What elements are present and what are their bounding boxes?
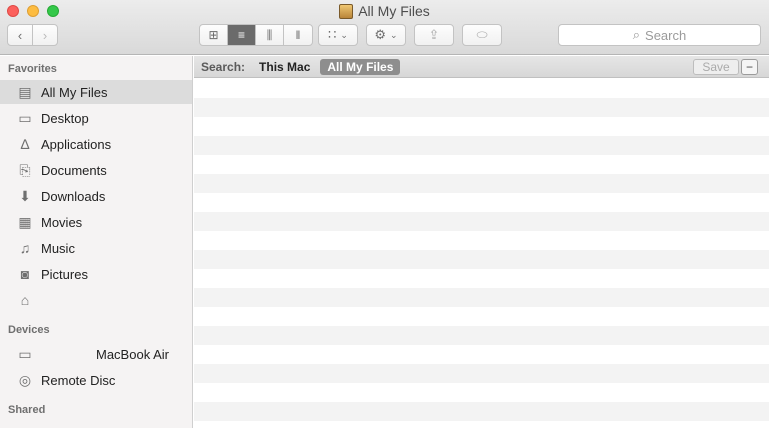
sidebar-item-all-my-files[interactable]: ▤ All My Files	[0, 80, 192, 104]
list-row	[194, 231, 769, 250]
forward-button[interactable]: ›	[32, 24, 58, 46]
window-title: All My Files	[0, 3, 769, 19]
sidebar-item-label: Documents	[41, 162, 107, 178]
applications-icon: ∆	[20, 136, 30, 152]
list-row	[194, 250, 769, 269]
columns-icon: ⫼	[266, 27, 273, 42]
grid-icon: ⊞	[208, 28, 219, 42]
action-button[interactable]: ⚙ ⌄	[366, 24, 406, 46]
list-row	[194, 383, 769, 402]
file-list[interactable]	[194, 79, 769, 428]
scope-label: Search:	[201, 59, 246, 74]
arrange-grid-icon: ∷	[328, 27, 337, 42]
search-scope-bar: Search: This Mac All My Files Save −	[194, 56, 769, 78]
sidebar-item-documents[interactable]: ⎘ Documents	[0, 158, 192, 182]
list-row	[194, 117, 769, 136]
list-row	[194, 326, 769, 345]
search-icon: ⌕	[632, 27, 641, 42]
share-button[interactable]: ⇪	[414, 24, 454, 46]
tag-button[interactable]: ⬭	[462, 24, 502, 46]
sidebar-item-label: Downloads	[41, 188, 106, 204]
sidebar-item-home[interactable]: ⌂	[0, 288, 192, 312]
share-icon: ⇪	[428, 27, 440, 42]
sidebar-item-macbook-air[interactable]: ▭ MacBook Air	[0, 342, 192, 366]
gear-icon: ⚙	[374, 27, 387, 42]
laptop-icon: ▭	[18, 345, 32, 362]
chevron-right-icon: ›	[42, 27, 48, 43]
sidebar-item-pictures[interactable]: ◙ Pictures	[0, 262, 192, 286]
sidebar-item-label: Desktop	[41, 110, 89, 126]
chevron-down-icon: ⌄	[390, 29, 398, 40]
arrange-button[interactable]: ∷ ⌄	[318, 24, 358, 46]
list-row	[194, 307, 769, 326]
list-icon: ≡	[237, 28, 245, 42]
sidebar: Favorites ▤ All My Files ▭ Desktop ∆ App…	[0, 56, 193, 428]
shared-header: Shared	[8, 404, 46, 416]
remove-criteria-button[interactable]: −	[741, 59, 758, 75]
save-search-button[interactable]: Save	[693, 59, 739, 75]
list-row	[194, 98, 769, 117]
column-view-button[interactable]: ⫼	[256, 25, 284, 45]
view-mode-control: ⊞ ≡ ⫼ ‖	[199, 24, 313, 46]
window-toolbar: All My Files ‹ › ⊞ ≡ ⫼ ‖ ∷ ⌄ ⚙ ⌄ ⇪ ⬭ ⌕ S…	[0, 0, 769, 55]
desktop-icon: ▭	[18, 109, 32, 126]
scope-all-my-files-button[interactable]: All My Files	[320, 58, 401, 75]
downloads-icon: ⬇	[19, 187, 31, 204]
all-files-icon	[339, 3, 354, 19]
sidebar-item-music[interactable]: ♫ Music	[0, 236, 192, 260]
window-title-text: All My Files	[358, 3, 430, 19]
chevron-left-icon: ‹	[17, 27, 23, 43]
list-row	[194, 364, 769, 383]
sidebar-item-label: Pictures	[41, 266, 88, 282]
favorites-header: Favorites	[8, 63, 57, 75]
list-row	[194, 269, 769, 288]
back-button[interactable]: ‹	[7, 24, 33, 46]
sidebar-item-remote-disc[interactable]: ◎ Remote Disc	[0, 368, 192, 392]
list-row	[194, 155, 769, 174]
pictures-icon: ◙	[20, 266, 30, 282]
disc-icon: ◎	[18, 371, 32, 388]
coverflow-icon: ‖	[295, 28, 301, 42]
scope-this-mac-button[interactable]: This Mac	[259, 60, 310, 74]
list-row	[194, 288, 769, 307]
list-row	[194, 345, 769, 364]
search-placeholder: Search	[645, 27, 687, 43]
movies-icon: ▦	[18, 213, 32, 230]
sidebar-item-label: All My Files	[41, 84, 108, 100]
list-row	[194, 79, 769, 98]
coverflow-view-button[interactable]: ‖	[284, 25, 312, 45]
list-view-button[interactable]: ≡	[228, 25, 256, 45]
chevron-down-icon: ⌄	[340, 29, 348, 40]
sidebar-item-desktop[interactable]: ▭ Desktop	[0, 106, 192, 130]
sidebar-item-label: Applications	[41, 136, 112, 152]
list-row	[194, 212, 769, 231]
icon-view-button[interactable]: ⊞	[200, 25, 228, 45]
list-row	[194, 193, 769, 212]
sidebar-item-label: Remote Disc	[41, 372, 116, 388]
sidebar-item-downloads[interactable]: ⬇ Downloads	[0, 184, 192, 208]
tag-icon: ⬭	[476, 27, 488, 42]
sidebar-item-movies[interactable]: ▦ Movies	[0, 210, 192, 234]
sidebar-item-label: Movies	[41, 214, 83, 230]
home-icon: ⌂	[20, 292, 30, 308]
sidebar-item-label: Music	[41, 240, 75, 256]
list-row	[194, 136, 769, 155]
music-icon: ♫	[19, 240, 31, 256]
list-row	[194, 402, 769, 421]
sidebar-item-label: MacBook Air	[96, 346, 169, 362]
sidebar-item-applications[interactable]: ∆ Applications	[0, 132, 192, 156]
list-row	[194, 174, 769, 193]
documents-icon: ⎘	[19, 161, 31, 178]
minus-icon: −	[745, 60, 753, 74]
devices-header: Devices	[8, 324, 50, 336]
search-field[interactable]: ⌕ Search	[558, 24, 761, 46]
all-files-icon: ▤	[18, 83, 32, 100]
